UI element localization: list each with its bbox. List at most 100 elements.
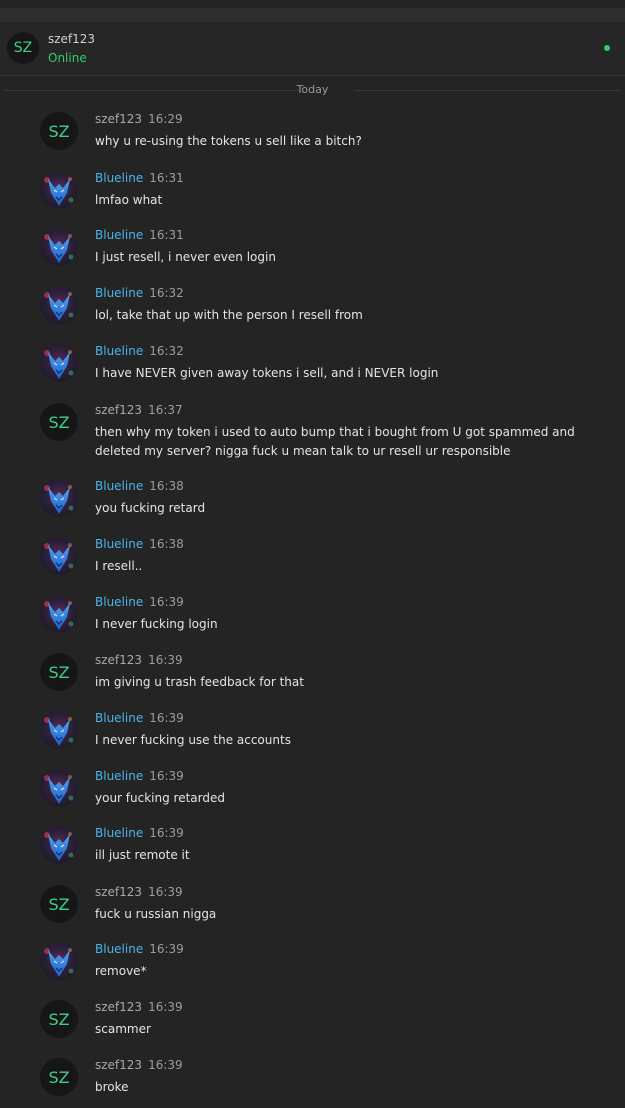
message-text: you fucking retard xyxy=(95,501,206,515)
message-text: scammer xyxy=(95,1022,151,1036)
message-row: Blueline 16:32 I have NEVER given away tok… xyxy=(40,344,615,394)
message-time: 16:29 xyxy=(148,112,183,126)
message-meta: Blueline 16:39 xyxy=(95,942,184,956)
online-indicator-icon xyxy=(604,45,610,51)
message-time: 16:39 xyxy=(148,653,183,667)
message-author[interactable]: szef123 xyxy=(95,112,142,126)
blue-wolf-icon[interactable] xyxy=(40,344,78,382)
message-row: Blueline 16:32 lol, take that up with the … xyxy=(40,286,615,336)
message-row: SZ szef123 16:29 why u re-using the tokens … xyxy=(40,112,615,162)
window-top-strip xyxy=(0,8,625,22)
avatar[interactable]: SZ xyxy=(40,653,78,691)
message-row: Blueline 16:31 lmfao what xyxy=(40,171,615,221)
message-time: 16:31 xyxy=(149,228,184,242)
message-row: SZ szef123 16:39 broke xyxy=(40,1058,615,1108)
message-time: 16:39 xyxy=(149,826,184,840)
message-meta: Blueline 16:39 xyxy=(95,595,184,609)
message-text: lol, take that up with the person I rese… xyxy=(95,308,363,322)
window-top-bar xyxy=(0,0,625,22)
message-row: Blueline 16:39 your fucking retarded xyxy=(40,769,615,819)
message-meta: szef123 16:39 xyxy=(95,653,183,667)
message-text: I just resell, i never even login xyxy=(95,250,276,264)
message-author[interactable]: Blueline xyxy=(95,479,143,493)
blue-wolf-icon[interactable] xyxy=(40,595,78,633)
contact-status: Online xyxy=(48,51,87,65)
avatar-initials: SZ xyxy=(40,1000,78,1038)
message-row: SZ szef123 16:39 fuck u russian nigga xyxy=(40,885,615,935)
message-author[interactable]: szef123 xyxy=(95,885,142,899)
message-author[interactable]: szef123 xyxy=(95,1000,142,1014)
message-text: im giving u trash feedback for that xyxy=(95,675,304,689)
message-row: SZ szef123 16:39 scammer xyxy=(40,1000,615,1050)
date-divider: Today xyxy=(0,81,625,101)
message-time: 16:32 xyxy=(149,286,184,300)
message-time: 16:39 xyxy=(149,942,184,956)
message-author[interactable]: Blueline xyxy=(95,826,143,840)
blue-wolf-icon[interactable] xyxy=(40,537,78,575)
message-meta: Blueline 16:38 xyxy=(95,537,184,551)
message-time: 16:39 xyxy=(149,711,184,725)
message-meta: Blueline 16:39 xyxy=(95,711,184,725)
avatar[interactable]: SZ xyxy=(7,32,39,64)
message-time: 16:32 xyxy=(149,344,184,358)
message-meta: Blueline 16:39 xyxy=(95,826,184,840)
avatar-initials: SZ xyxy=(40,403,78,441)
message-meta: Blueline 16:39 xyxy=(95,769,184,783)
chat-header: SZ szef123 Online xyxy=(0,22,625,76)
message-text: I resell.. xyxy=(95,559,143,573)
blue-wolf-icon[interactable] xyxy=(40,286,78,324)
message-meta: szef123 16:39 xyxy=(95,1058,183,1072)
message-meta: szef123 16:37 xyxy=(95,403,183,417)
message-row: SZ szef123 16:37 then why my token i used t… xyxy=(40,403,615,458)
message-author[interactable]: Blueline xyxy=(95,942,143,956)
message-author[interactable]: szef123 xyxy=(95,653,142,667)
message-author[interactable]: Blueline xyxy=(95,711,143,725)
message-row: Blueline 16:31 I just resell, i never even… xyxy=(40,228,615,278)
message-meta: szef123 16:39 xyxy=(95,885,183,899)
avatar-initials: SZ xyxy=(40,112,78,150)
message-author[interactable]: Blueline xyxy=(95,228,143,242)
message-time: 16:39 xyxy=(148,1000,183,1014)
avatar[interactable]: SZ xyxy=(40,112,78,150)
message-meta: szef123 16:39 xyxy=(95,1000,183,1014)
message-time: 16:31 xyxy=(149,171,184,185)
message-text: remove* xyxy=(95,964,147,978)
message-time: 16:38 xyxy=(149,479,184,493)
message-author[interactable]: Blueline xyxy=(95,595,143,609)
message-row: Blueline 16:39 remove* xyxy=(40,942,615,992)
message-time: 16:39 xyxy=(148,1058,183,1072)
blue-wolf-icon[interactable] xyxy=(40,769,78,807)
blue-wolf-icon[interactable] xyxy=(40,826,78,864)
avatar[interactable]: SZ xyxy=(40,1000,78,1038)
avatar[interactable]: SZ xyxy=(40,1058,78,1096)
blue-wolf-icon[interactable] xyxy=(40,228,78,266)
message-author[interactable]: Blueline xyxy=(95,769,143,783)
message-time: 16:39 xyxy=(149,595,184,609)
message-author[interactable]: Blueline xyxy=(95,171,143,185)
blue-wolf-icon[interactable] xyxy=(40,942,78,980)
message-meta: szef123 16:29 xyxy=(95,112,183,126)
avatar[interactable]: SZ xyxy=(40,403,78,441)
message-author[interactable]: szef123 xyxy=(95,403,142,417)
message-meta: Blueline 16:31 xyxy=(95,228,184,242)
blue-wolf-icon[interactable] xyxy=(40,711,78,749)
message-row: Blueline 16:39 I never fucking login xyxy=(40,595,615,645)
message-meta: Blueline 16:38 xyxy=(95,479,184,493)
message-author[interactable]: szef123 xyxy=(95,1058,142,1072)
message-author[interactable]: Blueline xyxy=(95,537,143,551)
message-text: your fucking retarded xyxy=(95,791,225,805)
message-time: 16:37 xyxy=(148,403,183,417)
blue-wolf-icon[interactable] xyxy=(40,171,78,209)
message-row: Blueline 16:38 I resell.. xyxy=(40,537,615,587)
message-row: Blueline 16:39 I never fucking use the acc… xyxy=(40,711,615,761)
avatar-initials: SZ xyxy=(40,885,78,923)
message-author[interactable]: Blueline xyxy=(95,286,143,300)
message-time: 16:39 xyxy=(148,885,183,899)
message-text: I have NEVER given away tokens i sell, a… xyxy=(95,366,439,380)
avatar[interactable]: SZ xyxy=(40,885,78,923)
blue-wolf-icon[interactable] xyxy=(40,479,78,517)
message-author[interactable]: Blueline xyxy=(95,344,143,358)
contact-name[interactable]: szef123 xyxy=(48,32,95,46)
message-meta: Blueline 16:32 xyxy=(95,286,184,300)
message-row: Blueline 16:38 you fucking retard xyxy=(40,479,615,529)
